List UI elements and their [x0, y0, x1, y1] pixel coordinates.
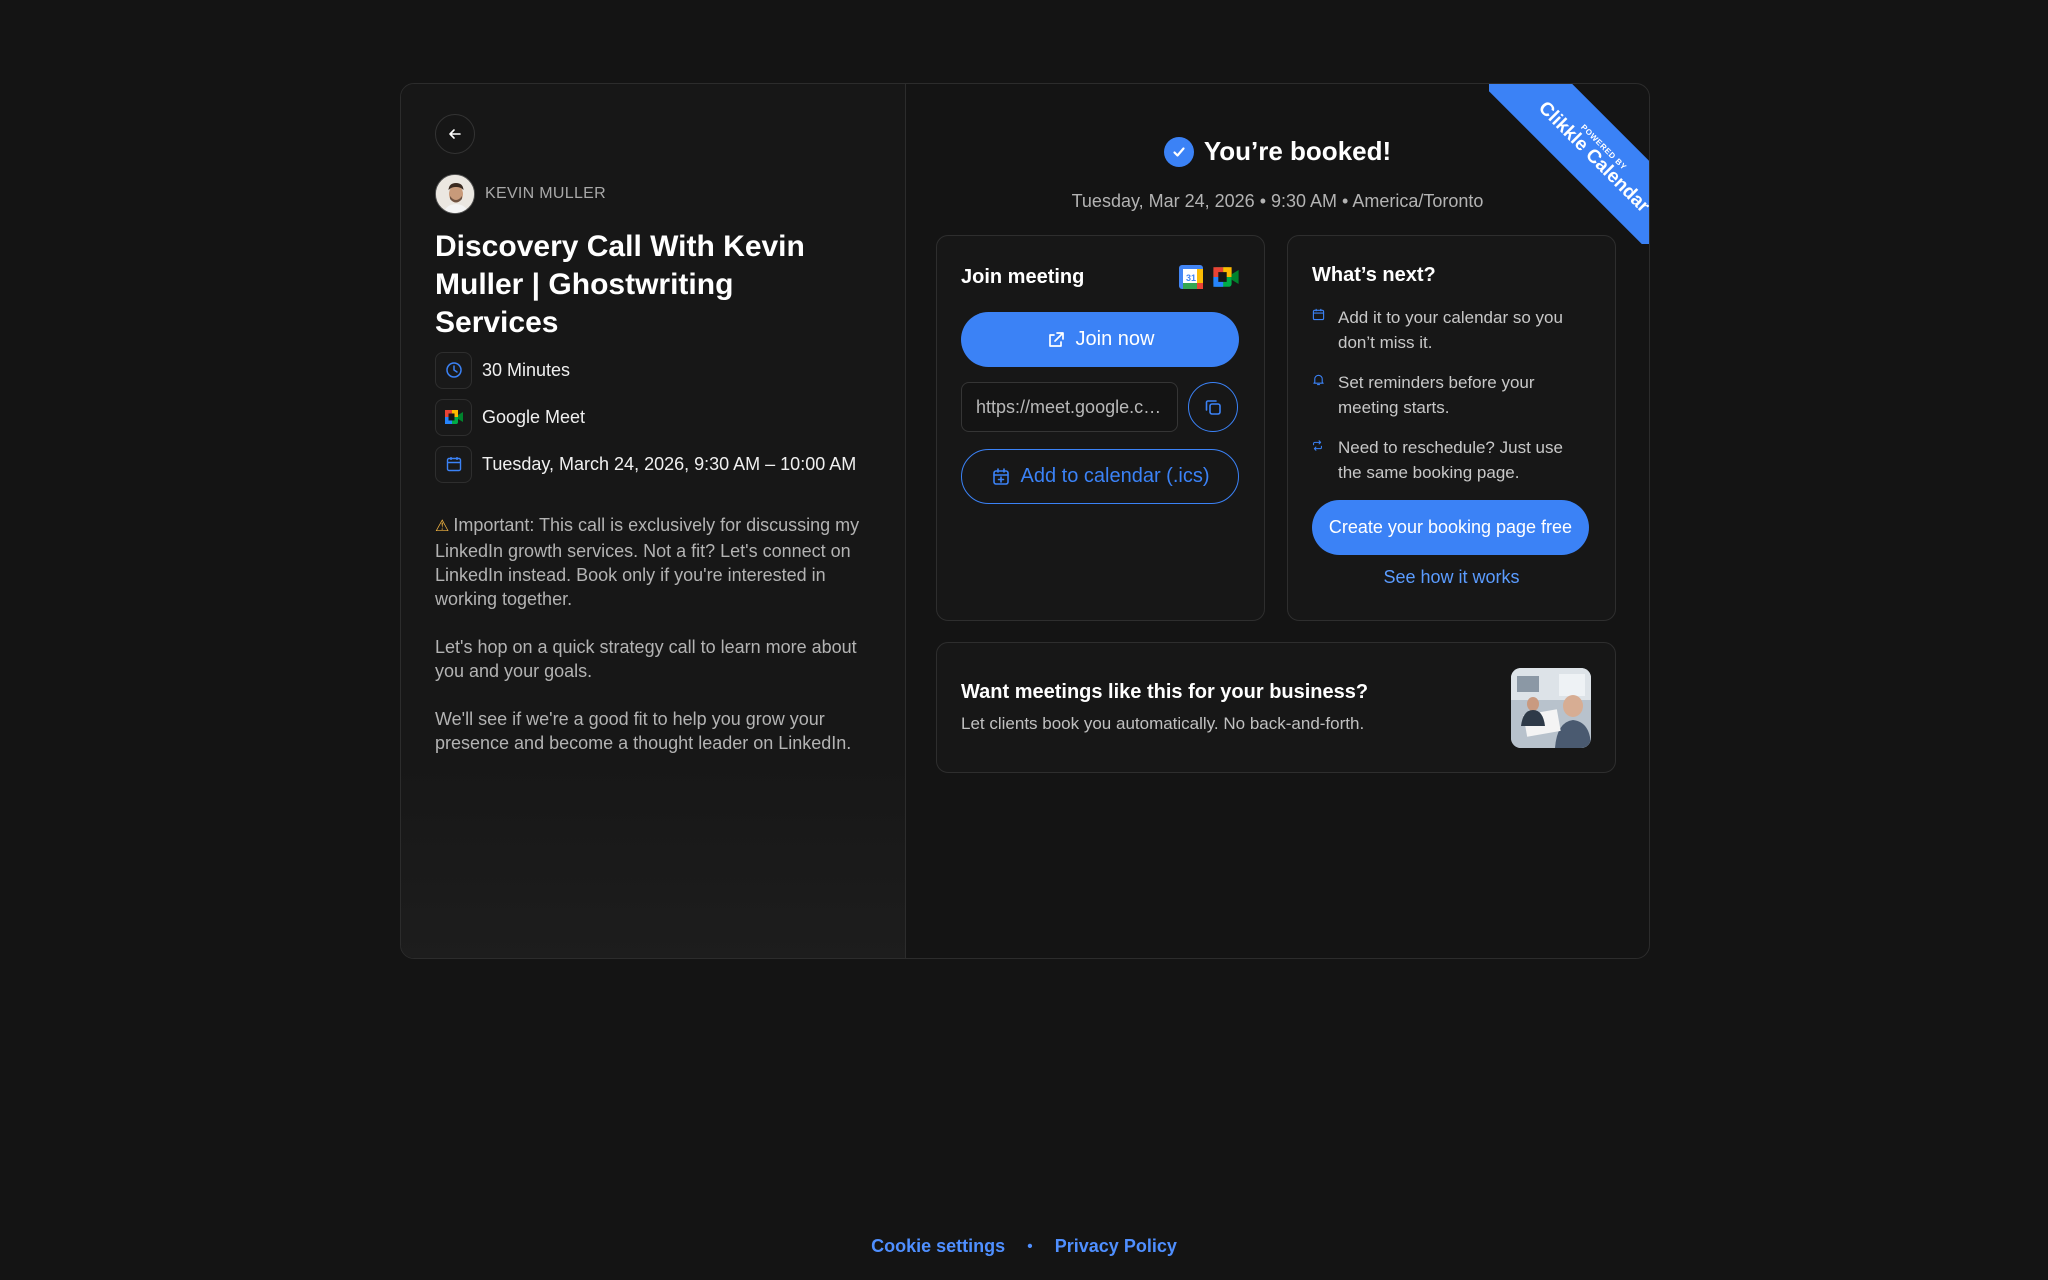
- booked-title: You’re booked!: [1203, 136, 1392, 166]
- datetime-text: Tuesday, March 24, 2026, 9:30 AM – 10:00…: [482, 453, 857, 474]
- host-name: KEVIN MULLER: [485, 185, 606, 202]
- check-circle-icon: [1163, 136, 1194, 167]
- promo-text: Want meetings like this for your busines…: [961, 681, 1368, 734]
- avatar: [435, 174, 475, 214]
- event-details-panel: KEVIN MULLER Discovery Call With Kevin M…: [401, 84, 906, 958]
- privacy-policy-link[interactable]: Privacy Policy: [1055, 1236, 1177, 1257]
- location-text: Google Meet: [482, 406, 586, 427]
- google-meet-icon: [435, 398, 472, 436]
- list-item: Set reminders before your meeting starts…: [1312, 370, 1591, 420]
- event-title: Discovery Call With Kevin Muller | Ghost…: [435, 230, 805, 339]
- meeting-link-row: https://meet.google.c…: [961, 382, 1240, 432]
- list-item: Add it to your calendar so you don’t mis…: [1312, 305, 1591, 355]
- create-booking-page-button[interactable]: Create your booking page free: [1312, 500, 1589, 555]
- join-now-label: Join now: [1075, 328, 1155, 350]
- brand-icons: 31: [1178, 264, 1240, 290]
- arrow-left-icon: [449, 129, 461, 139]
- see-how-it-works-link[interactable]: See how it works: [1312, 567, 1591, 588]
- calendar-icon: [1312, 305, 1326, 355]
- join-meeting-card: Join meeting 31 Join now https://meet.go…: [936, 235, 1265, 621]
- promo-title: Want meetings like this for your busines…: [961, 681, 1369, 703]
- booked-header: You’re booked!: [906, 136, 1649, 167]
- description-paragraph: Let's hop on a quick strategy call to le…: [435, 637, 857, 681]
- duration-row: 30 Minutes: [435, 351, 871, 389]
- repeat-icon: [1312, 435, 1326, 485]
- bell-icon: [1312, 370, 1326, 420]
- promo-subtitle: Let clients book you automatically. No b…: [961, 714, 1365, 733]
- event-description: ⚠ Important: This call is exclusively for…: [435, 513, 880, 755]
- add-to-calendar-label: Add to calendar (.ics): [1020, 465, 1210, 487]
- google-calendar-icon: 31: [1179, 265, 1203, 289]
- meeting-link-text: https://meet.google.c…: [976, 396, 1162, 417]
- booking-card: KEVIN MULLER Discovery Call With Kevin M…: [400, 83, 1650, 959]
- whats-next-title: What’s next?: [1312, 264, 1436, 286]
- host-info: KEVIN MULLER: [435, 174, 871, 214]
- join-now-button[interactable]: Join now: [961, 312, 1239, 367]
- description-paragraph: ⚠ Important: This call is exclusively for…: [435, 515, 860, 609]
- datetime-row: Tuesday, March 24, 2026, 9:30 AM – 10:00…: [435, 445, 871, 483]
- google-meet-icon: [1213, 267, 1239, 287]
- back-button[interactable]: [435, 114, 475, 154]
- copy-icon: [1205, 400, 1221, 415]
- calendar-plus-icon: [992, 467, 1009, 485]
- footer: Cookie settings • Privacy Policy: [0, 1236, 2048, 1257]
- footer-separator: •: [1027, 1237, 1033, 1255]
- confirmation-panel: POWERED BY Clikkle Calendar You’re booke…: [906, 84, 1649, 958]
- booked-subtitle: Tuesday, Mar 24, 2026 • 9:30 AM • Americ…: [1071, 191, 1484, 211]
- external-link-icon: [1048, 331, 1064, 347]
- svg-text:31: 31: [1186, 273, 1196, 283]
- location-row: Google Meet: [435, 398, 871, 436]
- join-meeting-title: Join meeting: [961, 265, 1085, 288]
- whats-next-card: What’s next? Add it to your calendar so …: [1287, 235, 1616, 621]
- description-paragraph: We'll see if we're a good fit to help yo…: [435, 709, 852, 753]
- meeting-link-field[interactable]: https://meet.google.c…: [961, 382, 1178, 432]
- copy-link-button[interactable]: [1188, 382, 1238, 432]
- clock-icon: [435, 351, 472, 389]
- promo-card[interactable]: Want meetings like this for your busines…: [936, 642, 1616, 773]
- duration-text: 30 Minutes: [482, 359, 571, 380]
- promo-image: [1511, 667, 1591, 748]
- calendar-icon: [435, 445, 472, 483]
- warning-icon: ⚠: [435, 518, 450, 535]
- cookie-settings-link[interactable]: Cookie settings: [871, 1236, 1005, 1257]
- add-to-calendar-button[interactable]: Add to calendar (.ics): [961, 449, 1239, 504]
- list-item: Need to reschedule? Just use the same bo…: [1312, 435, 1591, 485]
- whats-next-list: Add it to your calendar so you don’t mis…: [1312, 305, 1591, 485]
